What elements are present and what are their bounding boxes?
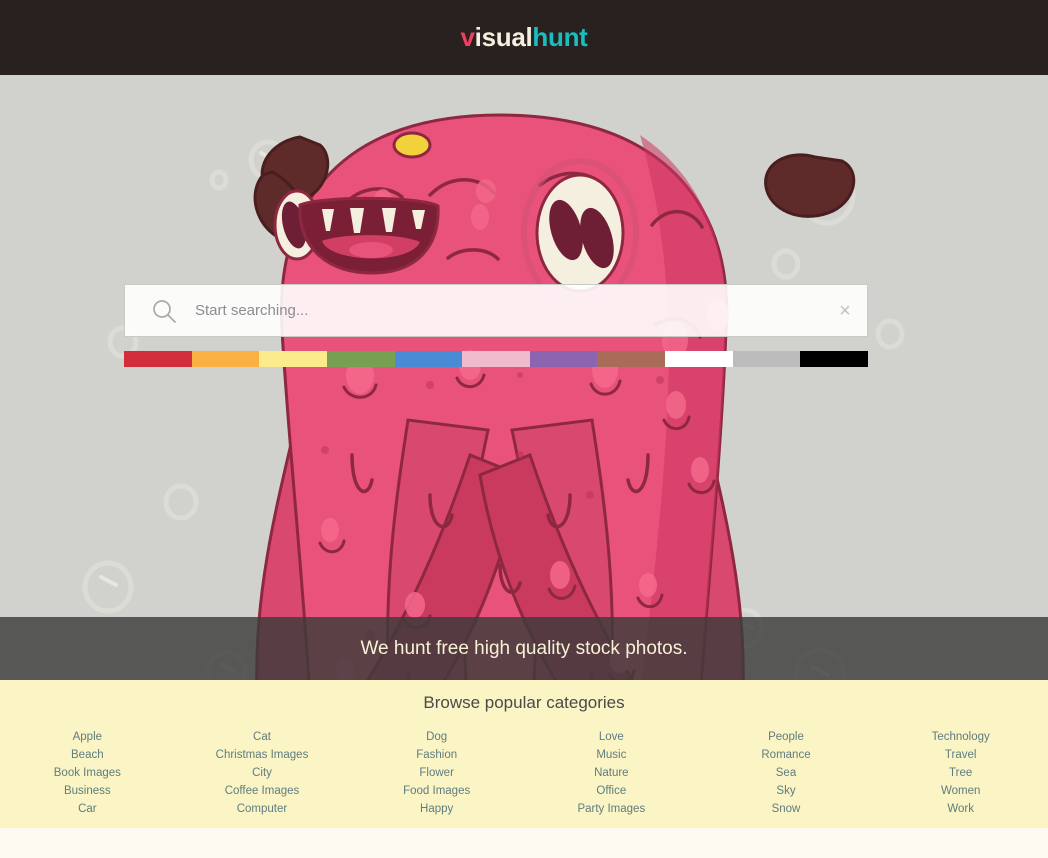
categories-grid: Apple Beach Book Images Business Car Cat…	[0, 728, 1048, 818]
category-link[interactable]: Apple	[73, 728, 102, 746]
category-link[interactable]: Music	[596, 746, 626, 764]
category-link[interactable]: Snow	[772, 800, 801, 818]
category-link[interactable]: Car	[78, 800, 97, 818]
category-link[interactable]: Fashion	[416, 746, 457, 764]
clear-search-button[interactable]: ×	[823, 285, 867, 336]
color-filter-bar	[124, 351, 869, 367]
color-swatch-gray[interactable]	[732, 351, 801, 367]
tagline-text: We hunt free high quality stock photos.	[360, 637, 688, 659]
category-link[interactable]: Flower	[419, 764, 454, 782]
category-column: Cat Christmas Images City Coffee Images …	[175, 728, 350, 818]
category-link[interactable]: Love	[599, 728, 624, 746]
category-link[interactable]: Party Images	[577, 800, 645, 818]
hero-section: ×	[0, 75, 1048, 680]
site-logo[interactable]: visualhunt	[460, 22, 587, 53]
color-swatch-red[interactable]	[124, 351, 192, 367]
monster-illustration	[0, 75, 1048, 680]
category-link[interactable]: Book Images	[54, 764, 121, 782]
category-link[interactable]: Business	[64, 782, 111, 800]
logo-part-v: v	[460, 22, 475, 52]
category-link[interactable]: Women	[941, 782, 980, 800]
category-link[interactable]: City	[252, 764, 272, 782]
category-link[interactable]: Christmas Images	[216, 746, 309, 764]
color-swatch-orange[interactable]	[191, 351, 260, 367]
color-swatch-blue[interactable]	[394, 351, 463, 367]
category-link[interactable]: Dog	[426, 728, 447, 746]
category-link[interactable]: Cat	[253, 728, 271, 746]
category-link[interactable]: Sky	[776, 782, 795, 800]
category-link[interactable]: Sea	[776, 764, 796, 782]
visualhunt-homepage: visualhunt Start searching... × We hunt …	[0, 0, 1048, 858]
category-column: Love Music Nature Office Party Images	[524, 728, 699, 818]
category-link[interactable]: Technology	[932, 728, 990, 746]
category-link[interactable]: People	[768, 728, 804, 746]
category-link[interactable]: Travel	[945, 746, 977, 764]
close-x-icon: ×	[839, 299, 851, 322]
categories-section: Browse popular categories Apple Beach Bo…	[0, 680, 1048, 828]
category-column: Technology Travel Tree Women Work	[873, 728, 1048, 818]
search-box[interactable]: ×	[124, 284, 868, 337]
tagline-banner: We hunt free high quality stock photos.	[0, 617, 1048, 680]
category-link[interactable]: Office	[596, 782, 626, 800]
color-swatch-purple[interactable]	[529, 351, 598, 367]
color-swatch-brown[interactable]	[597, 351, 666, 367]
color-swatch-green[interactable]	[326, 351, 395, 367]
category-link[interactable]: Happy	[420, 800, 453, 818]
category-link[interactable]: Work	[947, 800, 974, 818]
category-column: Apple Beach Book Images Business Car	[0, 728, 175, 818]
category-link[interactable]: Coffee Images	[225, 782, 300, 800]
logo-part-hunt: hunt	[532, 22, 588, 52]
category-link[interactable]: Tree	[949, 764, 972, 782]
category-link[interactable]: Food Images	[403, 782, 470, 800]
search-input[interactable]	[195, 302, 823, 319]
footer-strip	[0, 828, 1048, 858]
category-column: Dog Fashion Flower Food Images Happy	[349, 728, 524, 818]
logo-part-isual: isual	[474, 22, 533, 52]
category-column: People Romance Sea Sky Snow	[699, 728, 874, 818]
color-swatch-white[interactable]	[665, 351, 733, 367]
color-swatch-yellow[interactable]	[259, 351, 327, 367]
search-bar: ×	[124, 284, 868, 337]
site-header: visualhunt	[0, 0, 1048, 75]
category-link[interactable]: Computer	[237, 800, 288, 818]
category-link[interactable]: Romance	[761, 746, 810, 764]
color-swatch-black[interactable]	[800, 351, 869, 367]
category-link[interactable]: Nature	[594, 764, 629, 782]
search-icon	[151, 298, 177, 324]
category-link[interactable]: Beach	[71, 746, 104, 764]
color-swatch-pink[interactable]	[462, 351, 530, 367]
categories-title: Browse popular categories	[423, 693, 625, 712]
